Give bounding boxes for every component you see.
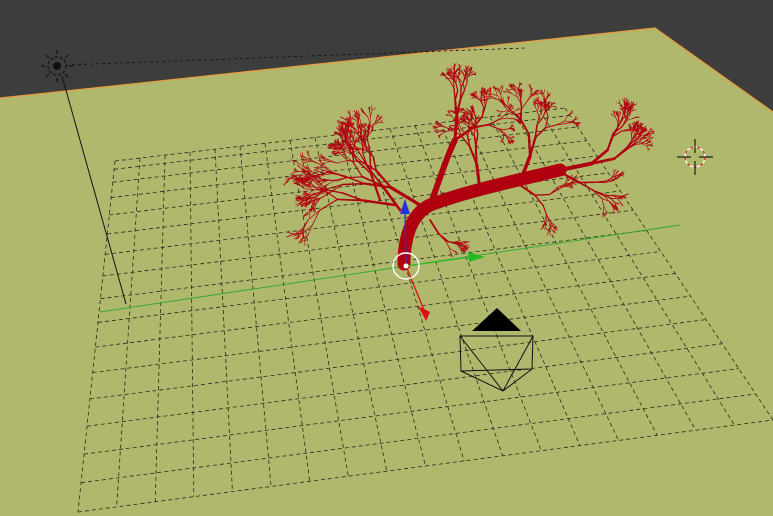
3d-viewport[interactable] (0, 0, 773, 516)
tree-branch (534, 193, 551, 196)
tree-branch (341, 182, 365, 186)
viewport-canvas[interactable] (0, 0, 773, 516)
tree-branch (336, 198, 365, 202)
object-origin-dot (403, 263, 409, 269)
tree-branch (453, 114, 459, 142)
tree-branch (527, 132, 532, 158)
sun-lamp-icon[interactable] (41, 50, 73, 82)
